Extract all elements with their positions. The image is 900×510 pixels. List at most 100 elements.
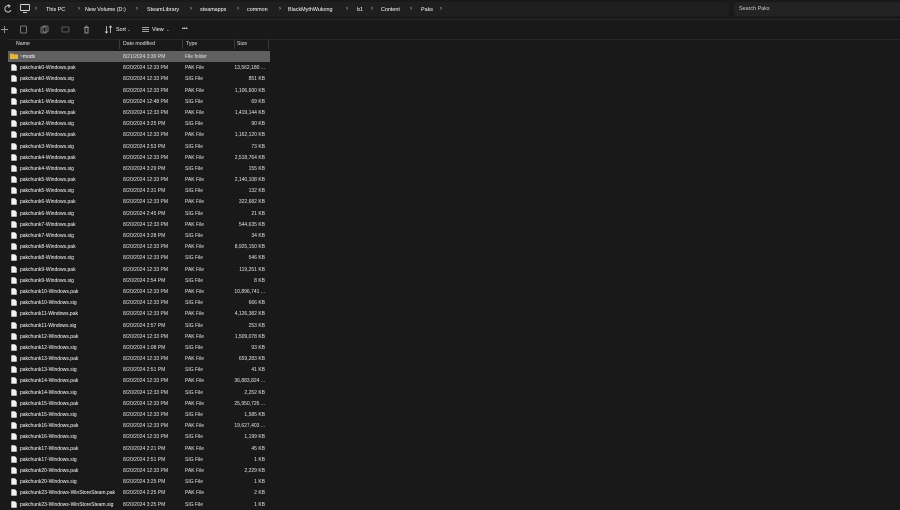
chevron-right-icon[interactable]: › [237,6,239,12]
chevron-right-icon[interactable]: › [279,6,281,12]
computer-icon[interactable] [19,3,32,14]
file-row[interactable]: pakchunk0-Windows.pak 8/20/2024 12:33 PM P… [8,62,270,73]
column-divider[interactable] [119,39,120,49]
column-size[interactable]: Size [237,41,247,47]
file-row[interactable]: pakchunk10-Windows.pak 8/20/2024 12:33 PM… [8,286,270,297]
file-name: pakchunk23-Windows-WinStoreSteam.sig [20,501,114,508]
file-row[interactable]: pakchunk12-Windows.pak 8/20/2024 12:33 PM… [8,331,270,342]
file-row[interactable]: pakchunk23-Windows-WinStoreSteam.sig 8/20… [8,499,270,510]
file-row[interactable]: pakchunk9-Windows.sig 8/20/2024 2:54 PM SI… [8,275,270,286]
file-row[interactable]: pakchunk23-Windows-WinStoreSteam.pak 8/20… [8,487,270,498]
breadcrumb-paks[interactable]: Paks [421,7,433,13]
file-type: PAK File [185,132,205,139]
file-row[interactable]: pakchunk4-Windows.pak 8/20/2024 12:33 PM P… [8,152,270,163]
chevron-right-icon[interactable]: › [78,6,80,12]
chevron-down-icon[interactable]: ⌄ [166,27,170,33]
chevron-right-icon[interactable]: › [35,6,37,12]
file-row[interactable]: pakchunk6-Windows.sig 8/20/2024 2:45 PM SI… [8,208,270,219]
file-row[interactable]: pakchunk5-Windows.pak 8/20/2024 12:33 PM P… [8,174,270,185]
file-row[interactable]: pakchunk13-Windows.pak 8/20/2024 12:33 PM… [8,353,270,364]
search-input[interactable]: Search Paks [734,2,900,16]
file-row[interactable]: pakchunk6-Windows.pak 8/20/2024 12:33 PM P… [8,196,270,207]
file-icon [11,388,17,396]
file-row[interactable]: pakchunk7-Windows.sig 8/20/2024 3:28 PM SI… [8,230,270,241]
file-row[interactable]: pakchunk12-Windows.sig 8/20/2024 1:08 PM S… [8,342,270,353]
folder-row[interactable]: ~mods 8/21/2024 3:30 PM File folder [8,51,270,63]
column-divider[interactable] [268,39,269,49]
file-row[interactable]: pakchunk17-Windows.sig 8/20/2024 2:51 PM S… [8,454,270,465]
file-row[interactable]: pakchunk20-Windows.pak 8/20/2024 12:33 PM… [8,465,270,476]
file-row[interactable]: pakchunk11-Windows.pak 8/20/2024 12:33 PM… [8,308,270,319]
file-row[interactable]: pakchunk7-Windows.pak 8/20/2024 12:33 PM P… [8,219,270,230]
file-type: PAK File [185,109,205,116]
file-name: pakchunk7-Windows.pak [20,221,76,228]
file-date-modified: 8/20/2024 2:21 PM [123,445,166,452]
file-row[interactable]: pakchunk11-Windows.sig 8/20/2024 2:57 PM S… [8,320,270,331]
file-row[interactable]: pakchunk3-Windows.pak 8/20/2024 12:33 PM P… [8,129,270,140]
breadcrumb-b1[interactable]: b1 [357,7,363,13]
file-row[interactable]: pakchunk17-Windows.pak 8/20/2024 2:21 PM P… [8,443,270,454]
file-row[interactable]: pakchunk16-Windows.sig 8/20/2024 12:33 PM… [8,431,270,442]
file-type: PAK File [185,65,205,72]
chevron-right-icon[interactable]: › [190,6,192,12]
file-row[interactable]: pakchunk0-Windows.sig 8/20/2024 12:33 PM S… [8,73,270,84]
file-row[interactable]: pakchunk10-Windows.sig 8/20/2024 12:33 PM… [8,297,270,308]
breadcrumb-new-volume[interactable]: New Volume (D:) [85,7,126,13]
navigation-pane[interactable] [0,39,8,506]
chevron-right-icon[interactable]: › [371,6,373,12]
file-row[interactable]: pakchunk13-Windows.sig 8/20/2024 2:51 PM S… [8,364,270,375]
address-bar[interactable]: › This PC › New Volume (D:) › SteamLibra… [17,2,729,16]
new-item-icon[interactable] [0,25,9,34]
file-row[interactable]: pakchunk14-Windows.sig 8/20/2024 12:33 PM… [8,387,270,398]
file-row[interactable]: pakchunk8-Windows.sig 8/20/2024 12:33 PM S… [8,252,270,263]
more-options-button[interactable]: ••• [182,26,188,32]
delete-icon[interactable] [82,25,91,34]
file-row[interactable]: pakchunk2-Windows.sig 8/20/2024 3:25 PM SI… [8,118,270,129]
chevron-right-icon[interactable]: › [410,6,412,12]
file-row[interactable]: pakchunk8-Windows.pak 8/20/2024 12:33 PM P… [8,241,270,252]
file-row[interactable]: pakchunk2-Windows.pak 8/20/2024 12:33 PM P… [8,107,270,118]
file-row[interactable]: pakchunk4-Windows.sig 8/20/2024 3:29 PM SI… [8,163,270,174]
file-row[interactable]: pakchunk9-Windows.pak 8/20/2024 12:33 PM P… [8,264,270,275]
breadcrumb-this-pc[interactable]: This PC [46,7,65,13]
column-name[interactable]: Name [16,41,30,47]
file-date-modified: 8/20/2024 12:33 PM [123,378,169,385]
file-date-modified: 8/20/2024 3:25 PM [123,501,166,508]
column-divider[interactable] [182,39,183,49]
view-icon[interactable] [141,25,150,34]
sort-button[interactable]: Sort [116,27,126,33]
cut-icon[interactable] [19,25,28,34]
chevron-right-icon[interactable]: › [440,6,442,12]
file-size: 4,126,382 KB [234,311,265,318]
breadcrumb-steamapps[interactable]: steamapps [200,7,226,13]
file-row[interactable]: pakchunk3-Windows.sig 8/20/2024 2:53 PM SI… [8,141,270,152]
file-size: 69 KB [251,98,265,105]
copy-icon[interactable] [40,25,49,34]
chevron-right-icon[interactable]: › [346,6,348,12]
chevron-right-icon[interactable]: › [136,6,138,12]
file-row[interactable]: pakchunk1-Windows.sig 8/20/2024 12:48 PM S… [8,96,270,107]
column-type[interactable]: Type [186,41,197,47]
file-icon [11,176,17,183]
command-bar: Sort ⌄ View ⌄ ••• [0,19,900,40]
column-divider[interactable] [234,39,235,49]
file-row[interactable]: pakchunk1-Windows.pak 8/20/2024 12:33 PM P… [8,85,270,96]
file-type: PAK File [185,311,205,318]
breadcrumb-steamlibrary[interactable]: SteamLibrary [147,7,179,13]
view-button[interactable]: View [152,27,164,33]
sort-icon[interactable] [104,25,113,34]
file-row[interactable]: pakchunk5-Windows.sig 8/20/2024 2:31 PM SI… [8,185,270,196]
breadcrumb-blackmythwukong[interactable]: BlackMythWukong [288,7,333,13]
file-row[interactable]: pakchunk15-Windows.pak 8/20/2024 12:33 PM… [8,398,270,409]
column-date-modified[interactable]: Date modified [123,41,155,47]
paste-icon[interactable] [61,25,70,34]
file-row[interactable]: pakchunk16-Windows.pak 8/20/2024 12:33 PM… [8,420,270,431]
file-row[interactable]: pakchunk15-Windows.sig 8/20/2024 12:33 PM… [8,409,270,420]
file-row[interactable]: pakchunk14-Windows.pak 8/20/2024 12:33 PM… [8,375,270,386]
file-size: 21 KB [251,210,265,217]
file-row[interactable]: pakchunk20-Windows.sig 8/20/2024 3:25 PM S… [8,476,270,487]
chevron-down-icon[interactable]: ⌄ [127,27,131,33]
breadcrumb-content[interactable]: Content [381,7,400,13]
breadcrumb-common[interactable]: common [247,7,268,13]
back-arrow-icon[interactable] [3,4,13,14]
